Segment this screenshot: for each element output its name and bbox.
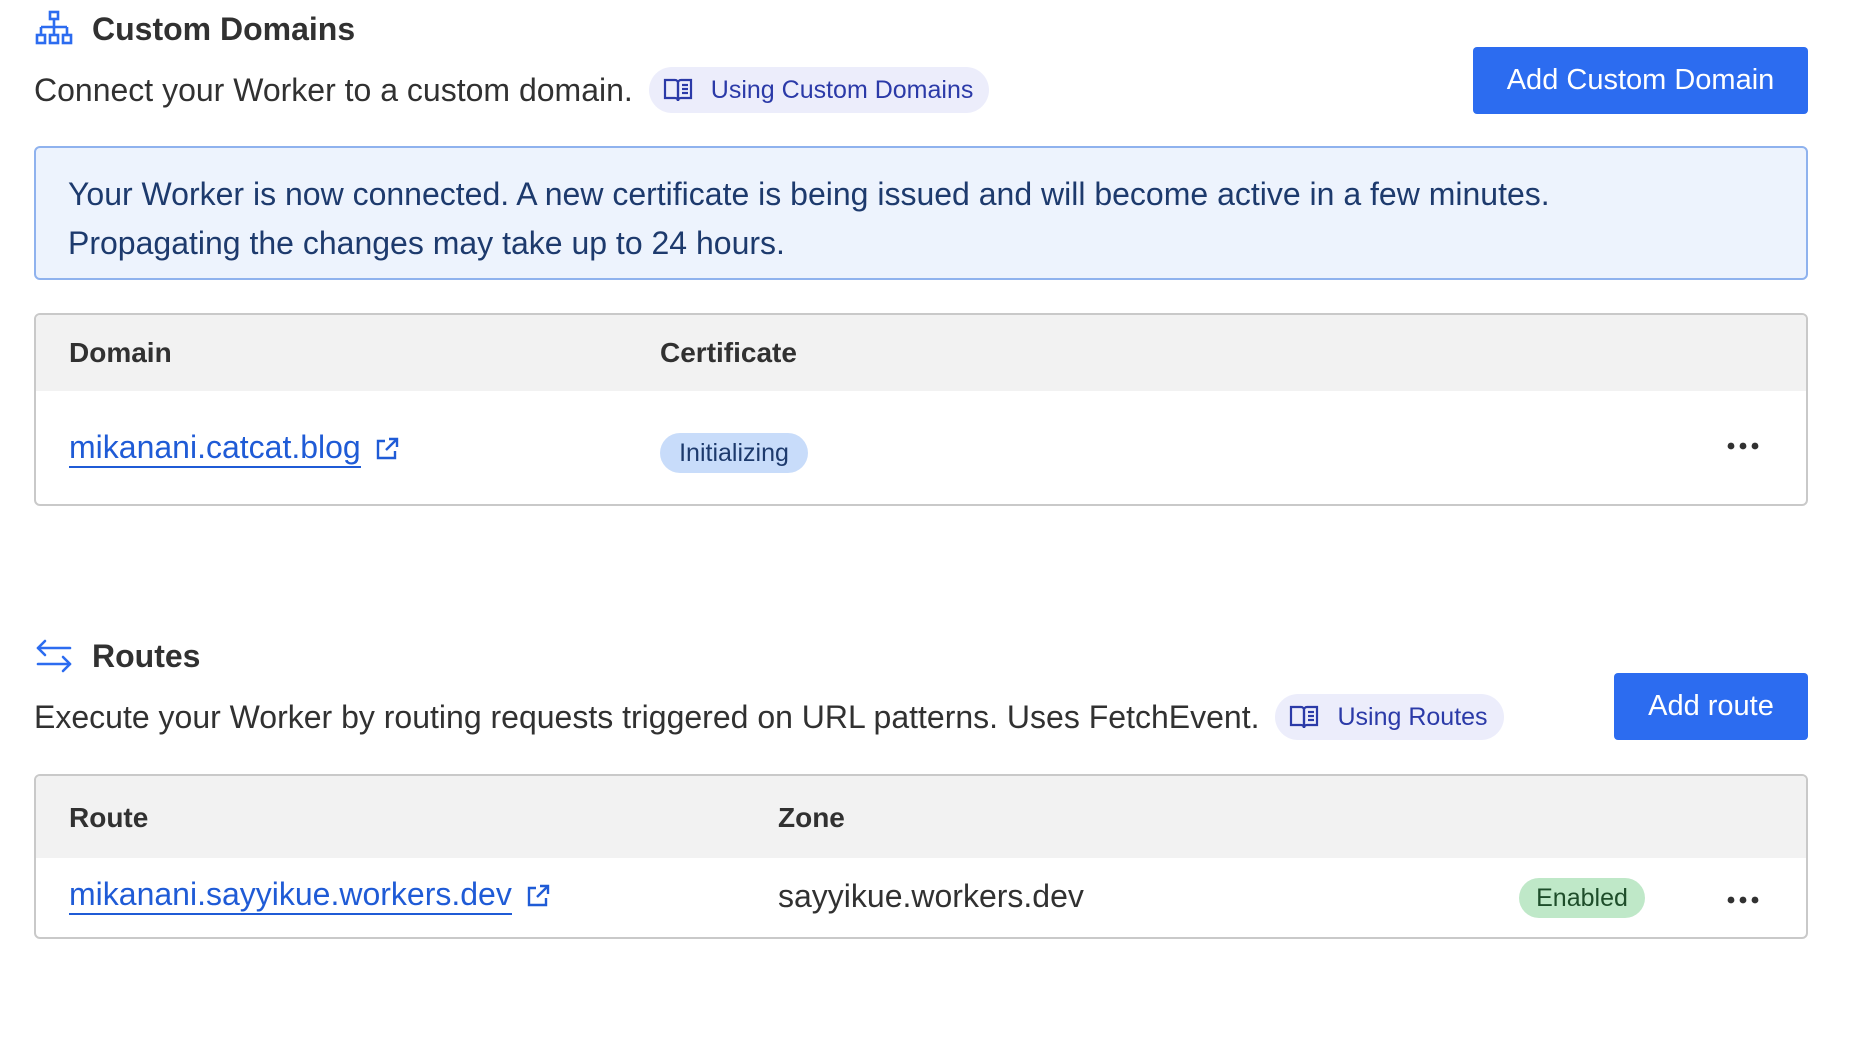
column-header-domain: Domain (69, 337, 172, 368)
custom-domains-description: Connect your Worker to a custom domain. (34, 71, 633, 108)
domain-link[interactable]: mikanani.catcat.blog (69, 429, 361, 468)
arrows-exchange-icon (34, 636, 74, 676)
more-actions-icon[interactable] (1723, 890, 1763, 910)
table-row: mikanani.sayyikue.workers.dev sayyikue.w… (36, 858, 1806, 937)
using-routes-link[interactable]: Using Routes (1275, 694, 1504, 740)
column-header-route: Route (69, 802, 149, 833)
using-custom-domains-link[interactable]: Using Custom Domains (648, 67, 990, 113)
book-icon (663, 75, 693, 105)
routes-heading: Routes (34, 636, 200, 676)
domain-cell: mikanani.catcat.blog (69, 429, 401, 468)
table-row: mikanani.catcat.blog Initializing (36, 391, 1806, 504)
custom-domains-heading: Custom Domains (34, 9, 355, 49)
more-actions-icon[interactable] (1723, 436, 1763, 456)
routes-table: Route Zone mikanani.sayyikue.workers.dev… (34, 774, 1808, 939)
route-status-badge: Enabled (1519, 878, 1645, 918)
zone-cell: sayyikue.workers.dev (778, 878, 1084, 914)
add-route-button[interactable]: Add route (1614, 673, 1808, 740)
banner-line-1: Your Worker is now connected. A new cert… (68, 176, 1550, 212)
routes-table-header: Route Zone (36, 776, 1806, 858)
routes-description: Execute your Worker by routing requests … (34, 698, 1260, 735)
custom-domains-table: Domain Certificate mikanani.catcat.blog … (34, 313, 1808, 506)
using-routes-label: Using Routes (1337, 702, 1488, 731)
certificate-status-badge: Initializing (660, 433, 808, 473)
route-link[interactable]: mikanani.sayyikue.workers.dev (69, 876, 512, 915)
connection-info-banner: Your Worker is now connected. A new cert… (34, 146, 1808, 280)
column-header-certificate: Certificate (660, 337, 797, 368)
column-header-zone: Zone (778, 802, 845, 833)
route-cell: mikanani.sayyikue.workers.dev (69, 876, 552, 915)
using-custom-domains-label: Using Custom Domains (710, 75, 974, 104)
routes-title: Routes (92, 637, 201, 674)
book-icon (1289, 702, 1319, 732)
add-custom-domain-button[interactable]: Add Custom Domain (1473, 47, 1808, 114)
external-link-icon[interactable] (373, 435, 401, 463)
custom-domains-table-header: Domain Certificate (36, 315, 1806, 391)
custom-domains-description-row: Connect your Worker to a custom domain. … (34, 67, 990, 113)
external-link-icon[interactable] (524, 882, 552, 910)
custom-domains-title: Custom Domains (92, 10, 356, 47)
banner-line-2: Propagating the changes may take up to 2… (68, 225, 785, 261)
routes-description-row: Execute your Worker by routing requests … (34, 694, 1504, 740)
sitemap-icon (34, 9, 74, 49)
